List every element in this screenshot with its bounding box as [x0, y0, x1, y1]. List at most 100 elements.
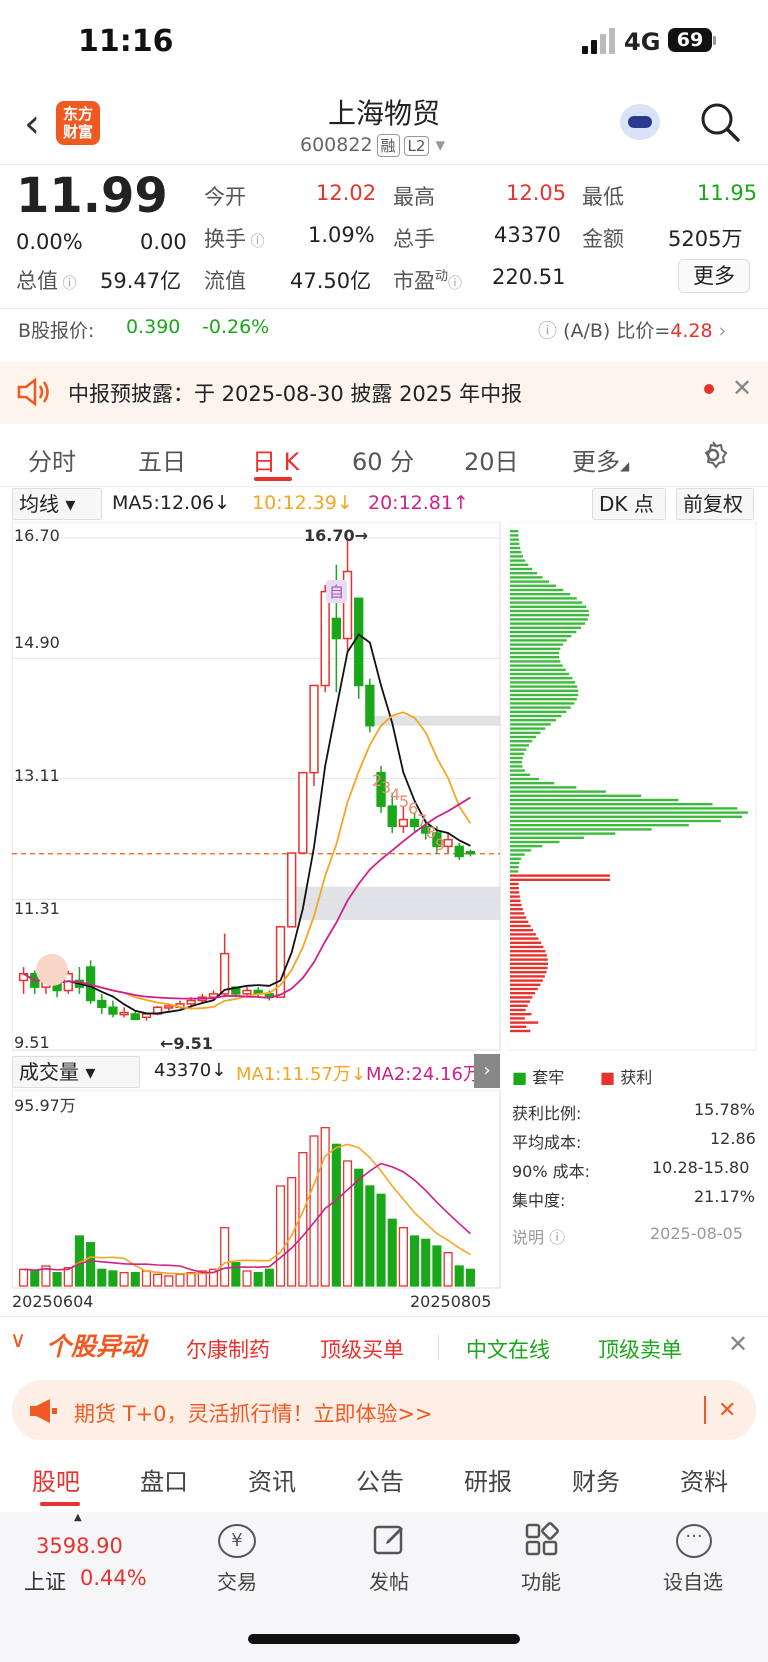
chip-bar	[510, 748, 526, 750]
chip-note[interactable]: 说明 ⓘ	[512, 1224, 565, 1248]
tab-announce[interactable]: 公告	[356, 1462, 404, 1497]
volume-value: 43370	[494, 223, 561, 247]
bshare-pct: -0.26%	[202, 316, 269, 338]
candle-body	[455, 846, 463, 856]
ab-ratio[interactable]: ⓘ (A/B) 比价=4.28 ›	[538, 316, 726, 343]
candle-body	[120, 1013, 128, 1015]
volume-bar	[53, 1273, 61, 1286]
hot-item-0[interactable]: 尔康制药	[186, 1334, 270, 1364]
chip-bar	[510, 769, 525, 771]
tab-intraday[interactable]: 分时	[28, 442, 76, 477]
trade-icon[interactable]: ¥	[218, 1524, 256, 1558]
search-icon[interactable]	[698, 100, 742, 144]
chip-bar	[510, 1009, 526, 1011]
index-pct[interactable]: 0.44%	[80, 1566, 147, 1590]
chip-bar	[510, 719, 556, 721]
help-icon: ⓘ	[538, 320, 557, 342]
chip-bar	[510, 702, 574, 704]
chip-bar	[510, 564, 528, 566]
chip-bar	[510, 774, 530, 776]
chip-bar	[510, 711, 566, 713]
chip-bar	[510, 753, 524, 755]
tab-daily-k[interactable]: 日 K	[252, 442, 299, 477]
candle-body	[332, 618, 340, 638]
tab-guba[interactable]: 股吧	[32, 1462, 80, 1497]
footer-watchlist[interactable]: 设自选	[648, 1566, 738, 1595]
tab-profile[interactable]: 资料	[680, 1462, 728, 1497]
ma-selector[interactable]: 均线 ▾	[12, 488, 102, 520]
tab-finance[interactable]: 财务	[572, 1462, 620, 1497]
volume-bar	[444, 1253, 452, 1286]
high-label: 最高	[393, 181, 435, 211]
chip-bar	[510, 690, 578, 692]
function-grid-icon[interactable]	[524, 1522, 560, 1558]
chip-bar	[510, 891, 519, 893]
dk-points-button[interactable]: DK 点◢	[592, 488, 666, 520]
index-value[interactable]: 3598.90	[36, 1534, 123, 1558]
tab-pankou[interactable]: 盘口	[140, 1462, 188, 1497]
tab-20day[interactable]: 20日	[464, 442, 519, 477]
collapse-icon[interactable]: ∨	[10, 1328, 26, 1353]
tab-60min[interactable]: 60 分	[352, 442, 414, 477]
tab-research[interactable]: 研报	[464, 1462, 512, 1497]
volume-bar	[20, 1269, 28, 1286]
settings-gear-icon[interactable]	[698, 440, 728, 470]
chip-bar	[510, 874, 610, 876]
volume-bar	[131, 1273, 139, 1286]
close-icon[interactable]: ✕	[732, 374, 752, 402]
chip-bar	[510, 967, 548, 969]
hot-item-3[interactable]: 顶级卖单	[598, 1334, 682, 1364]
chip-bar	[510, 883, 519, 885]
post-edit-icon[interactable]	[372, 1522, 408, 1558]
volume-bar	[288, 1178, 296, 1286]
open-value: 12.02	[316, 181, 376, 205]
chip-bar	[510, 698, 577, 700]
tab-news[interactable]: 资讯	[248, 1462, 296, 1497]
chip-bar	[510, 849, 531, 851]
kline-chart[interactable]: BBTBS23456789	[12, 522, 502, 1052]
promo-close-icon[interactable]: ✕	[718, 1398, 736, 1423]
chip-bar	[510, 593, 570, 595]
dropdown-icon[interactable]: ▾	[436, 134, 446, 156]
axis-tick-0: 16.70	[14, 526, 60, 545]
volume-bar	[388, 1219, 396, 1286]
chip-bar	[510, 530, 518, 532]
footer-function[interactable]: 功能	[496, 1566, 586, 1595]
adjust-button[interactable]: 前复权	[676, 488, 754, 520]
bshare-label: B股报价:	[18, 316, 94, 343]
volume-bar	[366, 1186, 374, 1286]
more-dots-icon[interactable]: ···	[676, 1524, 712, 1558]
expand-arrow-icon[interactable]: ›	[474, 1054, 500, 1088]
hot-item-2[interactable]: 中文在线	[466, 1334, 550, 1364]
chip-bar	[510, 858, 521, 860]
chip-bar	[510, 887, 519, 889]
chip-bar	[510, 681, 575, 683]
chip-bar	[510, 925, 531, 927]
chip-bar	[510, 1013, 531, 1015]
chip-bar	[510, 979, 543, 981]
hot-close-icon[interactable]: ✕	[728, 1330, 748, 1358]
chip-date: 2025-08-05	[650, 1224, 743, 1243]
chip-bar	[510, 803, 713, 805]
index-name[interactable]: 上证	[24, 1566, 66, 1596]
chip-bar	[510, 732, 541, 734]
chip-bar	[510, 736, 536, 738]
chip-bar	[510, 971, 547, 973]
hot-item-1[interactable]: 顶级买单	[320, 1334, 404, 1364]
more-button[interactable]: 更多	[678, 259, 750, 293]
footer-trade[interactable]: 交易	[192, 1566, 282, 1595]
tab-5day[interactable]: 五日	[138, 442, 186, 477]
tab-more[interactable]: 更多◢	[572, 442, 629, 477]
chip-bar	[510, 946, 543, 948]
volume-bar	[87, 1243, 95, 1286]
assistant-robot-icon[interactable]	[620, 104, 660, 140]
footer-post[interactable]: 发帖	[344, 1566, 434, 1595]
float-value: 47.50亿	[290, 265, 371, 295]
chip-bar	[510, 1026, 526, 1028]
axis-tick-2: 13.11	[14, 766, 60, 785]
chip-bar	[510, 992, 535, 994]
volume-selector[interactable]: 成交量 ▾	[12, 1056, 140, 1088]
ma20-value: 20:12.81↑	[368, 492, 469, 514]
chip-bar	[510, 904, 522, 906]
pe-value: 220.51	[492, 265, 565, 289]
